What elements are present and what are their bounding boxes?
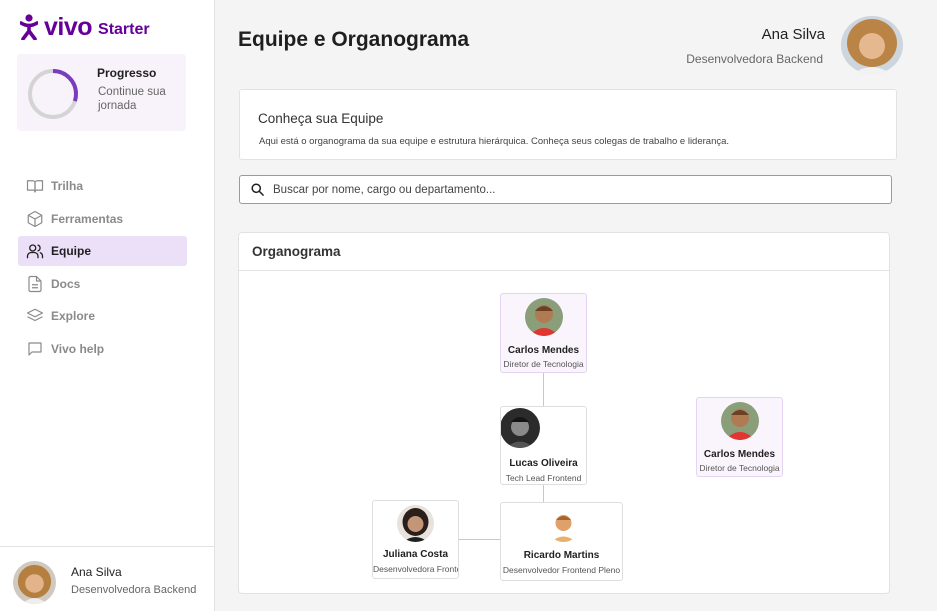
sidebar-item-label: Explore [51, 309, 96, 323]
sidebar-item-vivo-help[interactable]: Vivo help [18, 334, 187, 364]
sidebar-user-name: Ana Silva [71, 565, 122, 579]
sidebar: vivo Starter Progresso Continue sua jorn… [0, 0, 215, 611]
sidebar-item-equipe[interactable]: Equipe [18, 236, 187, 266]
sidebar-item-trilha[interactable]: Trilha [18, 171, 187, 201]
org-node-role: Tech Lead Frontend [505, 473, 582, 483]
search-bar[interactable] [239, 175, 892, 204]
org-node-role: Desenvolvedora Frontend Sênior [373, 564, 458, 574]
box-icon [27, 210, 43, 227]
user-photo-icon [397, 505, 434, 542]
user-photo-icon [525, 298, 563, 336]
sidebar-item-explore[interactable]: Explore [18, 301, 187, 331]
vivo-figure-icon [20, 14, 38, 40]
org-node-name: Ricardo Martins [523, 550, 600, 561]
avatar [525, 298, 563, 336]
sidebar-user-role: Desenvolvedora Backend [71, 584, 197, 596]
sidebar-item-label: Trilha [51, 179, 84, 193]
avatar [397, 505, 434, 542]
org-node-lucas-oliveira[interactable]: Lucas Oliveira Tech Lead Frontend [500, 406, 587, 485]
search-input[interactable] [273, 183, 873, 196]
layers-icon [26, 308, 44, 322]
avatar [547, 509, 580, 542]
document-icon [28, 275, 42, 292]
org-node-carlos-mendes-standalone[interactable]: Carlos Mendes Diretor de Tecnologia [696, 397, 783, 477]
sidebar-item-label: Vivo help [51, 341, 105, 356]
sidebar-item-label: Equipe [51, 244, 92, 258]
user-photo-icon [841, 16, 903, 74]
brand-name: vivo [44, 12, 93, 41]
chat-icon [28, 341, 42, 356]
users-icon [26, 244, 44, 259]
progress-card[interactable]: Progresso Continue sua jornada [17, 54, 186, 131]
org-node-juliana-costa[interactable]: Juliana Costa Desenvolvedora Frontend Sê… [372, 500, 459, 579]
intro-card: Conheça sua Equipe Aqui está o organogra… [239, 89, 897, 160]
avatar [13, 561, 56, 604]
org-node-role: Diretor de Tecnologia [699, 463, 780, 473]
org-node-name: Carlos Mendes [703, 449, 776, 460]
sidebar-nav: Trilha Ferramentas Equipe Docs Explore V… [18, 171, 187, 366]
sidebar-user-profile[interactable]: Ana Silva Desenvolvedora Backend [0, 546, 214, 611]
intro-description: Aqui está o organograma da sua equipe e … [259, 136, 730, 147]
header-user-role: Desenvolvedora Backend [686, 52, 823, 66]
org-node-name: Lucas Oliveira [509, 458, 578, 469]
connector-line [543, 485, 544, 503]
intro-title: Conheça sua Equipe [258, 111, 384, 126]
user-photo-icon [547, 509, 580, 542]
sidebar-item-docs[interactable]: Docs [18, 269, 187, 299]
org-chart-title: Organograma [239, 233, 889, 271]
avatar [721, 402, 759, 440]
page-title: Equipe e Organograma [238, 28, 470, 51]
progress-subtitle: Continue sua jornada [98, 86, 166, 112]
progress-ring [28, 69, 78, 119]
org-node-name: Carlos Mendes [507, 345, 580, 356]
org-node-role: Diretor de Tecnologia [503, 359, 584, 369]
vivo-logo[interactable]: vivo Starter [20, 14, 150, 40]
user-photo-icon [501, 408, 540, 448]
org-node-ricardo-martins[interactable]: Ricardo Martins Desenvolvedor Frontend P… [500, 502, 623, 581]
book-icon [26, 180, 44, 193]
org-chart-card: Organograma Carlos Mendes Diretor de Tec… [238, 232, 890, 594]
org-node-carlos-mendes[interactable]: Carlos Mendes Diretor de Tecnologia [500, 293, 587, 373]
search-icon [251, 183, 264, 196]
sidebar-item-ferramentas[interactable]: Ferramentas [18, 204, 187, 234]
connector-line [459, 539, 500, 540]
org-node-name: Juliana Costa [382, 549, 449, 560]
sidebar-item-label: Ferramentas [51, 211, 124, 226]
user-photo-icon [13, 561, 56, 604]
progress-title: Progresso [97, 66, 157, 80]
org-node-role: Desenvolvedor Frontend Pleno [502, 565, 621, 575]
brand-product: Starter [98, 20, 150, 38]
header-avatar[interactable] [841, 16, 903, 74]
user-photo-icon [721, 402, 759, 440]
header-user-name: Ana Silva [761, 26, 825, 43]
avatar [501, 408, 540, 448]
sidebar-item-label: Docs [51, 276, 81, 291]
connector-line [543, 373, 544, 406]
